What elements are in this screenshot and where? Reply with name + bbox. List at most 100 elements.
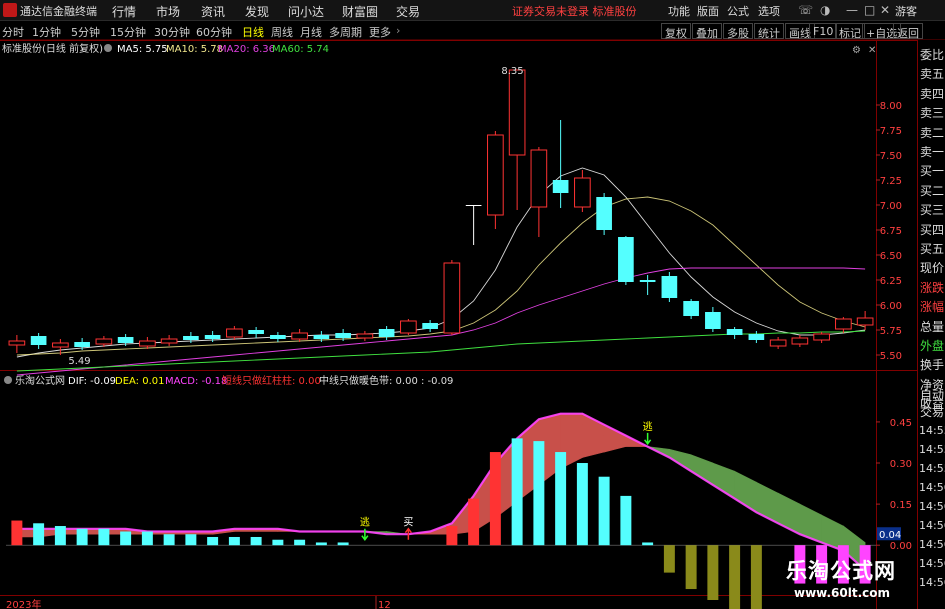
chevron-right-icon[interactable]: › xyxy=(396,24,400,37)
candle-body-14 xyxy=(313,335,330,339)
btn-biaoji[interactable]: 标记 xyxy=(835,23,865,40)
candle-body-3 xyxy=(74,342,90,347)
btn-fuquan[interactable]: 复权 xyxy=(661,23,691,40)
main-close-icon: ✕ xyxy=(868,45,876,56)
side-time-0: 14:55 xyxy=(919,424,945,437)
macd-bar-23 xyxy=(511,438,523,546)
menu-zixun[interactable]: 资讯 xyxy=(201,3,225,20)
macd-bar-1 xyxy=(33,523,45,546)
period-more[interactable]: 更多 xyxy=(369,24,391,40)
candle-body-9 xyxy=(204,335,221,339)
restore-icon[interactable]: □ xyxy=(864,3,875,17)
macd-bar-3 xyxy=(76,528,88,546)
period-5min[interactable]: 5分钟 xyxy=(71,24,100,40)
ma-line-ma60 xyxy=(16,330,866,372)
candle-35 xyxy=(769,337,787,349)
price-tick-7: 6.25 xyxy=(880,276,902,287)
btn-back[interactable]: 返回 xyxy=(893,23,923,40)
candle-32 xyxy=(705,307,721,332)
candle-body-18 xyxy=(400,320,417,334)
side-bottom-label-1[interactable]: 交易 xyxy=(920,403,944,420)
menu-xuanxiang[interactable]: 选项 xyxy=(758,3,780,19)
side-label-11: 现价 xyxy=(920,261,945,276)
macd-current-value: 0.04 xyxy=(879,530,901,541)
side-label-14: 总量 xyxy=(920,319,945,334)
btn-duogu[interactable]: 多股 xyxy=(723,23,753,40)
menu-jiaoyi[interactable]: 交易 xyxy=(396,3,420,20)
macd-bar-7 xyxy=(163,534,175,546)
main-config-icon: ⚙ xyxy=(852,45,861,56)
candle-body-2 xyxy=(52,342,69,348)
period-week[interactable]: 周线 xyxy=(271,24,293,40)
candle-body-12 xyxy=(270,335,286,339)
candle-37 xyxy=(813,332,830,343)
site-watermark: 乐淘公式网 www.60lt.com xyxy=(772,553,912,607)
guest-label[interactable]: 游客 xyxy=(895,3,917,19)
candle-body-31 xyxy=(683,301,699,316)
candle-body-11 xyxy=(248,330,264,334)
signal-label-1: 买 xyxy=(403,517,413,529)
btn-f10[interactable]: F10 xyxy=(809,23,838,39)
price-tick-8: 6.00 xyxy=(880,301,902,312)
period-month[interactable]: 月线 xyxy=(300,24,322,40)
candle-24 xyxy=(530,147,548,237)
side-time-7: 14:56 xyxy=(919,557,945,570)
close-icon[interactable]: ✕ xyxy=(880,3,890,17)
period-day[interactable]: 日线 xyxy=(242,24,264,40)
side-label-6: 买一 xyxy=(920,164,945,179)
candle-body-26 xyxy=(574,177,591,208)
candle-body-21 xyxy=(465,205,482,206)
side-time-1: 14:55 xyxy=(919,443,945,456)
period-fenshi[interactable]: 分时 xyxy=(2,24,24,40)
watermark-url: www.60lt.com xyxy=(794,586,891,600)
xaxis-label-1: 12 xyxy=(378,600,391,609)
side-label-4: 卖二 xyxy=(920,125,945,140)
macd-bar-33 xyxy=(729,545,741,609)
menu-banmian[interactable]: 版面 xyxy=(697,3,719,19)
minimize-icon[interactable]: — xyxy=(846,3,858,17)
btn-diejia[interactable]: 叠加 xyxy=(692,23,722,40)
sub-mid-line: 中线只做暖色带: 0.00 : -0.09 xyxy=(319,374,453,387)
login-notice[interactable]: 证券交易未登录 标准股份 xyxy=(512,3,637,19)
sub-macd: MACD: -0.18 xyxy=(165,376,227,387)
main-ma10: MA10: 5.78 xyxy=(166,44,223,55)
menu-shichang[interactable]: 市场 xyxy=(156,3,180,20)
candle-17 xyxy=(378,326,395,340)
stock-chart[interactable]: 8.00 7.75 7.50 7.25 7.00 6.75 6.50 6.25 6.00 5.75… xyxy=(0,40,917,609)
side-label-2: 卖四 xyxy=(920,86,945,101)
period-1min[interactable]: 1分钟 xyxy=(32,24,61,40)
price-tick-6: 6.50 xyxy=(880,251,902,262)
side-label-10: 买五 xyxy=(920,242,945,256)
candle-body-24 xyxy=(530,149,548,208)
period-multi[interactable]: 多周期 xyxy=(329,24,362,40)
macd-bar-28 xyxy=(620,495,632,546)
price-tick-9: 5.75 xyxy=(880,326,902,337)
price-tick-1: 7.75 xyxy=(880,126,902,137)
menu-wenxiaoda[interactable]: 问小达 xyxy=(288,3,324,20)
candle-body-37 xyxy=(813,333,830,341)
candle-33 xyxy=(726,327,743,339)
price-tick-10: 5.50 xyxy=(880,351,902,362)
period-15min[interactable]: 15分钟 xyxy=(110,24,146,40)
phone-icon[interactable]: ☏ xyxy=(798,3,813,17)
app-logo-icon xyxy=(3,3,17,17)
ma-line-ma20 xyxy=(16,267,866,376)
menu-hangqing[interactable]: 行情 xyxy=(112,3,136,20)
macd-bar-5 xyxy=(120,531,132,546)
candle-20 xyxy=(443,260,461,335)
period-30min[interactable]: 30分钟 xyxy=(154,24,190,40)
side-time-3: 14:56 xyxy=(919,481,945,494)
menu-faxian[interactable]: 发现 xyxy=(245,3,269,20)
macd-tick-2: 0.15 xyxy=(890,500,912,511)
period-60min[interactable]: 60分钟 xyxy=(196,24,232,40)
skin-icon[interactable]: ◑ xyxy=(820,3,830,17)
candle-body-35 xyxy=(769,339,787,347)
menu-gongneng[interactable]: 功能 xyxy=(668,3,690,19)
menu-caifuquan[interactable]: 财富圈 xyxy=(342,3,378,20)
band-segment-32 xyxy=(712,462,735,500)
signal-arrow-2 xyxy=(644,432,652,446)
side-bottom-label-0[interactable]: 自动 xyxy=(920,386,944,403)
candle-30 xyxy=(661,272,678,302)
btn-tongji[interactable]: 统计 xyxy=(754,23,784,40)
menu-gongshi[interactable]: 公式 xyxy=(727,3,749,19)
